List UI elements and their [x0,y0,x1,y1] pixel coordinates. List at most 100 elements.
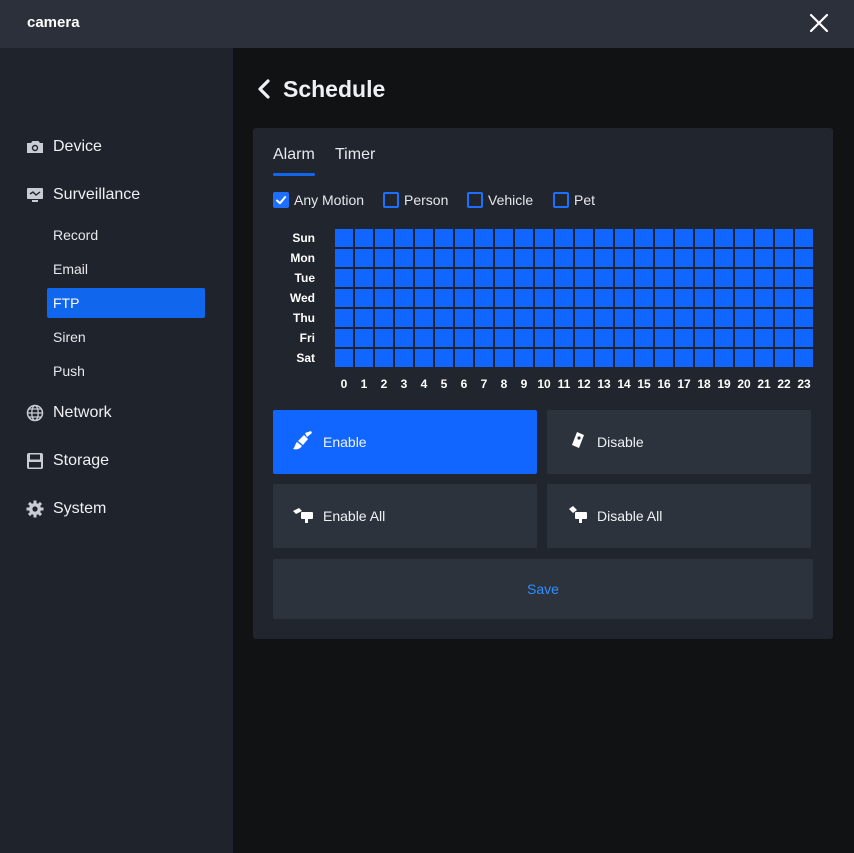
sidebar-subitem-ftp[interactable]: FTP [47,288,205,318]
schedule-cell[interactable] [495,269,513,287]
schedule-cell[interactable] [515,229,533,247]
schedule-cell[interactable] [395,329,413,347]
schedule-cell[interactable] [375,289,393,307]
schedule-cell[interactable] [735,269,753,287]
schedule-cell[interactable] [795,349,813,367]
schedule-cell[interactable] [535,269,553,287]
schedule-cell[interactable] [615,349,633,367]
schedule-cell[interactable] [475,329,493,347]
sidebar-subitem-push[interactable]: Push [47,356,205,386]
schedule-cell[interactable] [655,349,673,367]
schedule-cell[interactable] [615,329,633,347]
sidebar-item-storage[interactable]: Storage [25,449,109,473]
schedule-cell[interactable] [555,309,573,327]
schedule-cell[interactable] [435,229,453,247]
schedule-cell[interactable] [735,309,753,327]
schedule-cell[interactable] [715,249,733,267]
enable-button[interactable]: Enable [273,410,537,474]
schedule-cell[interactable] [695,289,713,307]
schedule-cell[interactable] [695,309,713,327]
schedule-cell[interactable] [375,249,393,267]
schedule-cell[interactable] [715,309,733,327]
schedule-cell[interactable] [515,289,533,307]
schedule-cell[interactable] [715,349,733,367]
schedule-cell[interactable] [695,329,713,347]
schedule-cell[interactable] [435,309,453,327]
schedule-cell[interactable] [755,229,773,247]
filter-vehicle-checkbox[interactable]: Vehicle [467,191,533,209]
schedule-cell[interactable] [535,249,553,267]
schedule-cell[interactable] [775,349,793,367]
tab-timer[interactable]: Timer [335,146,375,170]
schedule-cell[interactable] [395,309,413,327]
schedule-cell[interactable] [475,349,493,367]
schedule-cell[interactable] [415,329,433,347]
schedule-cell[interactable] [795,269,813,287]
schedule-cell[interactable] [475,269,493,287]
schedule-cell[interactable] [635,229,653,247]
schedule-cell[interactable] [795,229,813,247]
filter-pet-checkbox[interactable]: Pet [553,191,595,209]
schedule-cell[interactable] [355,329,373,347]
schedule-cell[interactable] [455,329,473,347]
schedule-cell[interactable] [775,249,793,267]
schedule-cell[interactable] [755,289,773,307]
schedule-cell[interactable] [535,349,553,367]
schedule-cell[interactable] [595,289,613,307]
schedule-cell[interactable] [655,289,673,307]
filter-person-checkbox[interactable]: Person [383,191,448,209]
schedule-cell[interactable] [755,269,773,287]
schedule-cell[interactable] [715,329,733,347]
schedule-cell[interactable] [675,309,693,327]
save-button[interactable]: Save [273,559,813,619]
schedule-cell[interactable] [775,309,793,327]
schedule-cell[interactable] [355,289,373,307]
schedule-cell[interactable] [575,229,593,247]
schedule-cell[interactable] [395,289,413,307]
filter-any-motion-checkbox[interactable]: Any Motion [273,191,364,209]
schedule-cell[interactable] [515,269,533,287]
schedule-cell[interactable] [395,269,413,287]
schedule-cell[interactable] [575,289,593,307]
schedule-cell[interactable] [395,349,413,367]
schedule-cell[interactable] [415,289,433,307]
schedule-cell[interactable] [515,249,533,267]
schedule-cell[interactable] [415,269,433,287]
sidebar-item-network[interactable]: Network [25,401,112,425]
schedule-cell[interactable] [335,229,353,247]
schedule-cell[interactable] [575,329,593,347]
schedule-cell[interactable] [715,269,733,287]
schedule-cell[interactable] [335,349,353,367]
schedule-cell[interactable] [535,309,553,327]
schedule-cell[interactable] [435,349,453,367]
schedule-cell[interactable] [595,349,613,367]
schedule-cell[interactable] [775,329,793,347]
schedule-cell[interactable] [495,349,513,367]
schedule-cell[interactable] [655,249,673,267]
schedule-cell[interactable] [455,269,473,287]
schedule-cell[interactable] [615,229,633,247]
schedule-cell[interactable] [635,349,653,367]
schedule-cell[interactable] [575,349,593,367]
schedule-cell[interactable] [355,249,373,267]
schedule-cell[interactable] [455,289,473,307]
schedule-cell[interactable] [535,289,553,307]
sidebar-item-surveillance[interactable]: Surveillance [25,183,140,207]
schedule-cell[interactable] [355,229,373,247]
schedule-cell[interactable] [615,269,633,287]
schedule-cell[interactable] [675,229,693,247]
sidebar-item-device[interactable]: Device [25,135,102,159]
schedule-cell[interactable] [455,249,473,267]
schedule-cell[interactable] [375,229,393,247]
schedule-cell[interactable] [555,269,573,287]
schedule-cell[interactable] [555,349,573,367]
schedule-cell[interactable] [655,329,673,347]
schedule-cell[interactable] [495,289,513,307]
sidebar-subitem-email[interactable]: Email [47,254,205,284]
schedule-cell[interactable] [595,269,613,287]
schedule-cell[interactable] [675,249,693,267]
schedule-cell[interactable] [355,349,373,367]
back-chevron-icon[interactable] [255,78,273,100]
schedule-cell[interactable] [495,229,513,247]
schedule-cell[interactable] [515,329,533,347]
